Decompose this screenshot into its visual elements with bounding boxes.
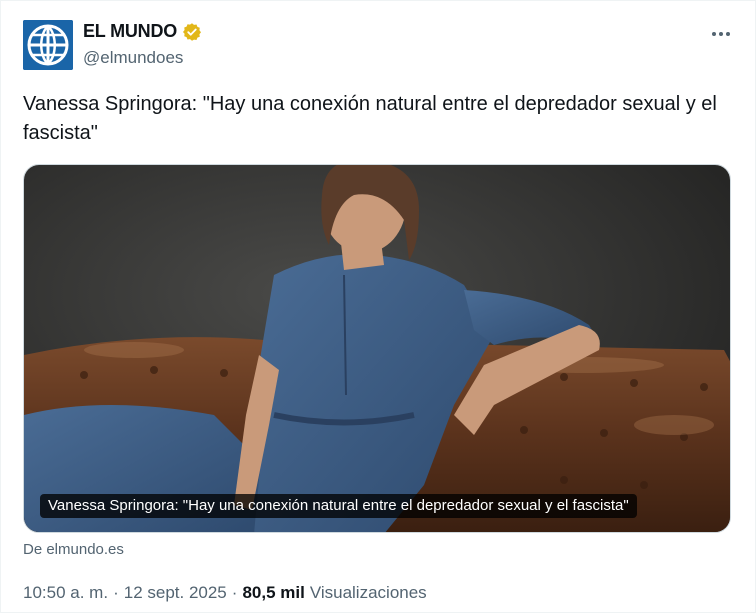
link-card-image[interactable]: Vanessa Springora: "Hay una conexión nat… <box>23 164 731 533</box>
tweet-card[interactable]: EL MUNDO @elmundoes Vanessa Springora: "… <box>0 0 756 613</box>
link-source[interactable]: De elmundo.es <box>23 541 124 558</box>
gold-verified-badge-icon <box>183 22 202 41</box>
account-name-row[interactable]: EL MUNDO <box>83 21 202 42</box>
account-handle[interactable]: @elmundoes <box>83 48 183 68</box>
tweet-time[interactable]: 10:50 a. m. <box>23 583 108 603</box>
meta-separator: · <box>113 583 119 602</box>
avatar[interactable] <box>23 20 73 70</box>
more-options-icon[interactable] <box>709 22 733 46</box>
tweet-date[interactable]: 12 sept. 2025 <box>124 583 227 603</box>
display-name[interactable]: EL MUNDO <box>83 21 177 42</box>
views-label: Visualizaciones <box>309 583 427 602</box>
tweet-meta: 10:50 a. m. · 12 sept. 2025 · 80,5 mil V… <box>23 583 427 603</box>
tweet-text: Vanessa Springora: "Hay una conexión nat… <box>23 93 717 144</box>
globe-logo-icon <box>23 20 73 70</box>
article-photo <box>24 165 730 532</box>
link-card-title: Vanessa Springora: "Hay una conexión nat… <box>40 494 637 518</box>
views-count: 80,5 mil <box>242 583 305 602</box>
meta-separator: · <box>231 583 238 602</box>
